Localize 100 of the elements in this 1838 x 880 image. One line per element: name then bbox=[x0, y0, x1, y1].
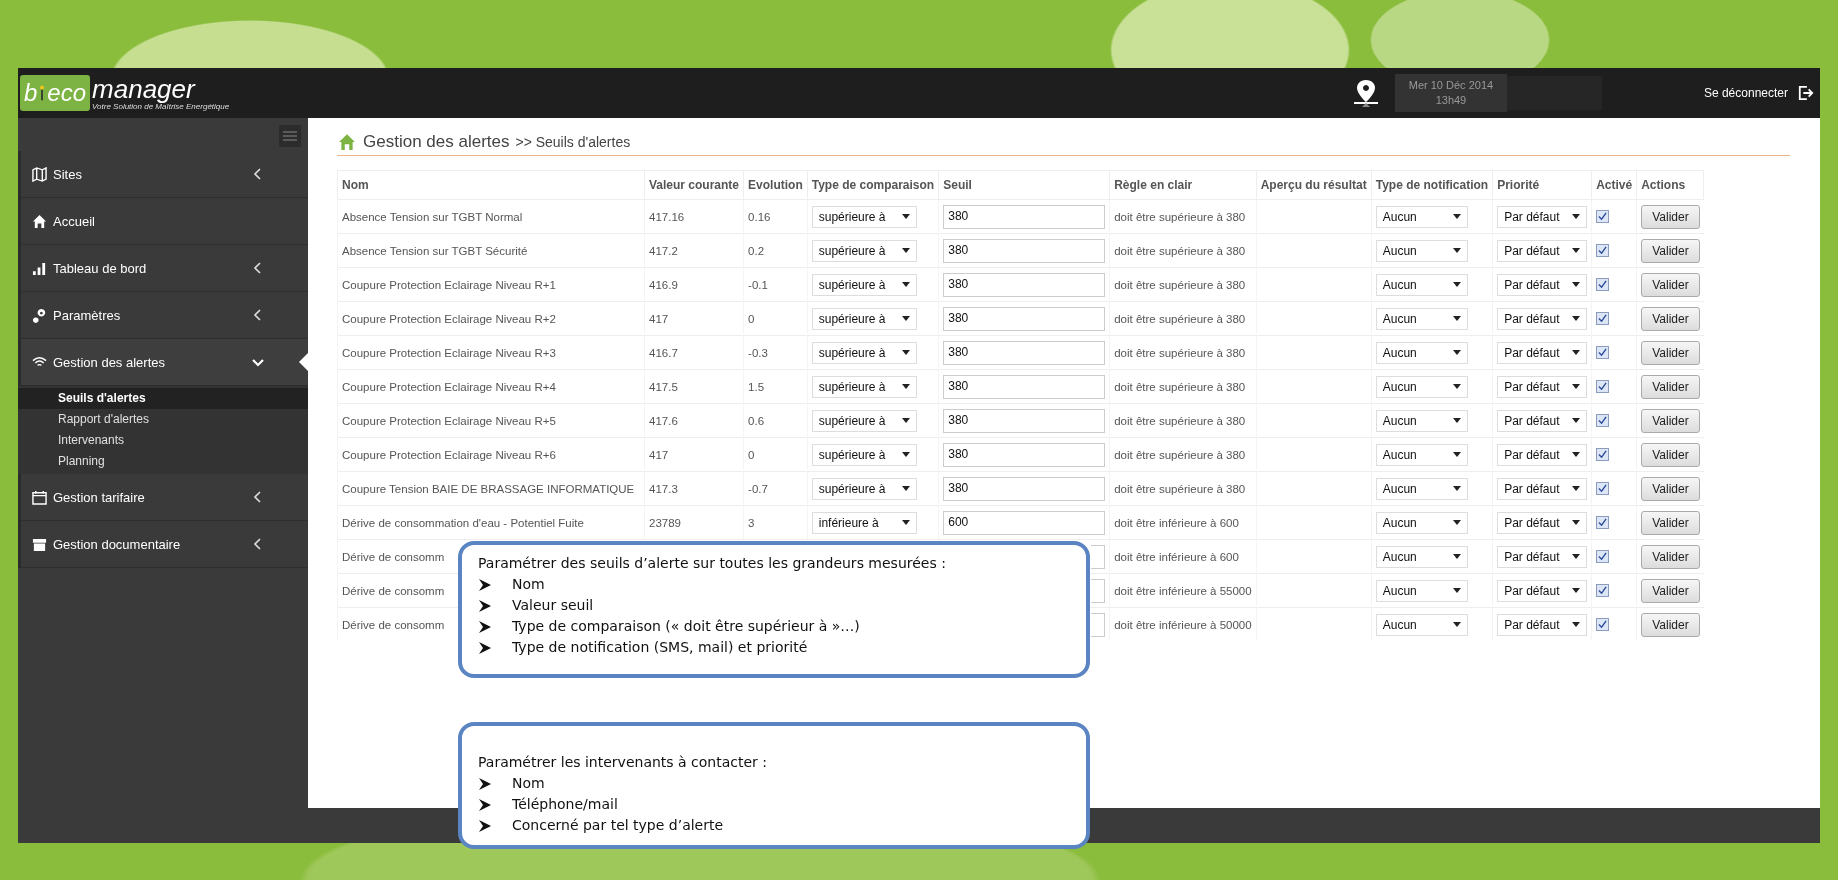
comparison-dropdown[interactable]: supérieure à bbox=[811, 273, 917, 296]
comparison-dropdown[interactable]: supérieure à bbox=[811, 205, 917, 228]
threshold-field[interactable]: 380 bbox=[943, 306, 1106, 331]
threshold-field[interactable]: 380 bbox=[943, 204, 1106, 229]
table-cell: Absence Tension sur TGBT Normal bbox=[342, 210, 523, 223]
active-checkbox[interactable] bbox=[1596, 278, 1610, 291]
active-checkbox[interactable] bbox=[1596, 482, 1610, 495]
active-checkbox[interactable] bbox=[1596, 448, 1610, 461]
priority-dropdown[interactable]: Par défaut bbox=[1497, 239, 1588, 262]
table-cell: -0.7 bbox=[748, 482, 768, 495]
priority-dropdown[interactable]: Par défaut bbox=[1497, 477, 1588, 500]
validate-button[interactable]: Valider bbox=[1641, 612, 1700, 637]
notification-dropdown[interactable]: Aucun bbox=[1375, 341, 1468, 364]
home-icon bbox=[32, 213, 47, 229]
comparison-dropdown[interactable]: supérieure à bbox=[811, 477, 917, 500]
submenu-item[interactable]: Planning bbox=[18, 451, 308, 472]
threshold-field[interactable]: 380 bbox=[943, 340, 1106, 365]
active-checkbox[interactable] bbox=[1596, 312, 1610, 325]
priority-dropdown[interactable]: Par défaut bbox=[1497, 307, 1588, 330]
comparison-dropdown[interactable]: supérieure à bbox=[811, 341, 917, 364]
submenu-item[interactable]: Rapport d'alertes bbox=[18, 409, 308, 430]
table-cell: doit être inférieure à 50000 bbox=[1114, 618, 1252, 631]
comparison-dropdown[interactable]: supérieure à bbox=[811, 409, 917, 432]
table-cell: doit être supérieure à 380 bbox=[1114, 380, 1246, 393]
priority-dropdown[interactable]: Par défaut bbox=[1497, 613, 1588, 636]
threshold-field[interactable]: 380 bbox=[943, 374, 1106, 399]
active-checkbox[interactable] bbox=[1596, 550, 1610, 563]
validate-button[interactable]: Valider bbox=[1641, 374, 1700, 399]
table-cell: doit être supérieure à 380 bbox=[1114, 346, 1246, 359]
priority-dropdown[interactable]: Par défaut bbox=[1497, 545, 1588, 568]
column-header: Aperçu du résultat bbox=[1256, 170, 1372, 200]
active-checkbox[interactable] bbox=[1596, 414, 1610, 427]
logout-link[interactable]: Se déconnecter bbox=[1703, 86, 1788, 100]
comparison-dropdown[interactable]: inférieure à bbox=[811, 511, 917, 534]
threshold-field[interactable]: 380 bbox=[943, 238, 1106, 263]
comparison-dropdown[interactable]: supérieure à bbox=[811, 239, 917, 262]
caret-down-icon bbox=[901, 452, 910, 457]
threshold-field[interactable]: 380 bbox=[943, 442, 1106, 467]
priority-dropdown[interactable]: Par défaut bbox=[1497, 205, 1588, 228]
validate-button[interactable]: Valider bbox=[1641, 306, 1700, 331]
validate-button[interactable]: Valider bbox=[1641, 272, 1700, 297]
notification-dropdown[interactable]: Aucun bbox=[1375, 239, 1468, 262]
caret-down-icon bbox=[1452, 622, 1461, 627]
caret-down-icon bbox=[1452, 282, 1461, 287]
active-checkbox[interactable] bbox=[1596, 244, 1610, 257]
threshold-field[interactable]: 380 bbox=[943, 272, 1106, 297]
validate-button[interactable]: Valider bbox=[1641, 476, 1700, 501]
priority-dropdown[interactable]: Par défaut bbox=[1497, 409, 1588, 432]
notification-dropdown[interactable]: Aucun bbox=[1375, 545, 1468, 568]
notification-dropdown[interactable]: Aucun bbox=[1375, 375, 1468, 398]
active-checkbox[interactable] bbox=[1596, 618, 1610, 631]
table-cell: doit être inférieure à 600 bbox=[1114, 550, 1239, 563]
logout-icon[interactable] bbox=[1798, 85, 1814, 101]
notification-dropdown[interactable]: Aucun bbox=[1375, 613, 1468, 636]
validate-button[interactable]: Valider bbox=[1641, 204, 1700, 229]
validate-button[interactable]: Valider bbox=[1641, 408, 1700, 433]
validate-button[interactable]: Valider bbox=[1641, 544, 1700, 569]
notification-dropdown[interactable]: Aucun bbox=[1375, 409, 1468, 432]
priority-dropdown[interactable]: Par défaut bbox=[1497, 579, 1588, 602]
logo-text: b bbox=[24, 79, 38, 107]
threshold-field[interactable] bbox=[1091, 544, 1106, 569]
notification-dropdown[interactable]: Aucun bbox=[1375, 273, 1468, 296]
active-checkbox[interactable] bbox=[1596, 380, 1610, 393]
validate-button[interactable]: Valider bbox=[1641, 340, 1700, 365]
threshold-field[interactable]: 380 bbox=[943, 408, 1106, 433]
sidebar-item[interactable]: Gestion des alertes bbox=[18, 339, 308, 386]
comparison-dropdown[interactable]: supérieure à bbox=[811, 443, 917, 466]
threshold-field[interactable] bbox=[1091, 612, 1106, 637]
priority-dropdown[interactable]: Par défaut bbox=[1497, 375, 1588, 398]
comparison-dropdown[interactable]: supérieure à bbox=[811, 307, 917, 330]
threshold-field[interactable]: 380 bbox=[943, 476, 1106, 501]
validate-button[interactable]: Valider bbox=[1641, 578, 1700, 603]
priority-dropdown[interactable]: Par défaut bbox=[1497, 511, 1588, 534]
active-checkbox[interactable] bbox=[1596, 210, 1610, 223]
validate-button[interactable]: Valider bbox=[1641, 510, 1700, 535]
validate-button[interactable]: Valider bbox=[1641, 442, 1700, 467]
submenu-item[interactable]: Seuils d'alertes bbox=[18, 388, 308, 409]
notification-dropdown[interactable]: Aucun bbox=[1375, 205, 1468, 228]
threshold-field[interactable]: 600 bbox=[943, 510, 1106, 535]
active-checkbox[interactable] bbox=[1596, 346, 1610, 359]
table-cell: Coupure Protection Eclairage Niveau R+4 bbox=[342, 380, 556, 393]
comparison-dropdown[interactable]: supérieure à bbox=[811, 375, 917, 398]
caret-down-icon bbox=[1572, 316, 1581, 321]
caret-down-icon bbox=[1452, 316, 1461, 321]
priority-dropdown[interactable]: Par défaut bbox=[1497, 341, 1588, 364]
submenu-item[interactable]: Intervenants bbox=[18, 430, 308, 451]
notification-dropdown[interactable]: Aucun bbox=[1375, 477, 1468, 500]
active-checkbox[interactable] bbox=[1596, 516, 1610, 529]
notification-dropdown[interactable]: Aucun bbox=[1375, 579, 1468, 602]
active-checkbox[interactable] bbox=[1596, 584, 1610, 597]
bullet-text: Valeur seuil bbox=[512, 596, 594, 615]
notification-dropdown[interactable]: Aucun bbox=[1375, 307, 1468, 330]
priority-dropdown[interactable]: Par défaut bbox=[1497, 273, 1588, 296]
column-header: Type de notification bbox=[1371, 170, 1493, 200]
validate-button[interactable]: Valider bbox=[1641, 238, 1700, 263]
notification-dropdown[interactable]: Aucun bbox=[1375, 511, 1468, 534]
notification-dropdown[interactable]: Aucun bbox=[1375, 443, 1468, 466]
priority-dropdown[interactable]: Par défaut bbox=[1497, 443, 1588, 466]
caret-down-icon bbox=[901, 282, 910, 287]
threshold-field[interactable] bbox=[1091, 578, 1106, 603]
